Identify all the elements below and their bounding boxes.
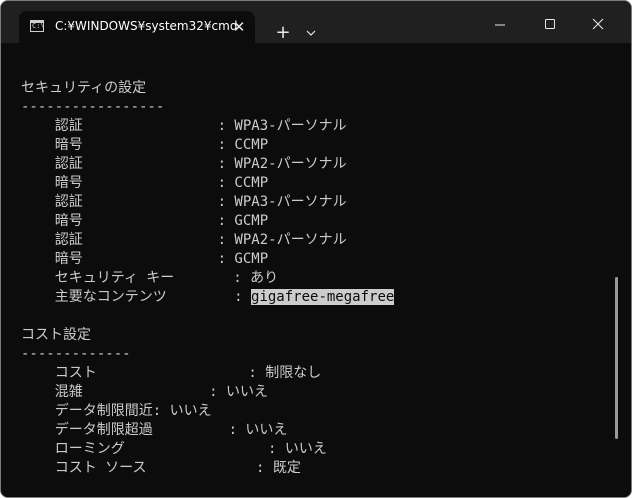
key-content-label: 主要なコンテンツ :	[21, 289, 252, 305]
cost-rule: -------------	[21, 346, 131, 362]
near-limit-line: データ制限間近: いいえ	[21, 403, 212, 419]
chevron-down-icon	[306, 30, 316, 36]
cipher-line: 暗号 : GCMP	[21, 213, 269, 229]
cost-line: コスト : 制限なし	[21, 365, 322, 381]
close-icon	[592, 18, 604, 30]
cipher-line: 暗号 : GCMP	[21, 251, 269, 267]
minimize-button[interactable]	[477, 9, 523, 39]
tab-cmd[interactable]: C:\ C:¥WINDOWS¥system32¥cmd ✕	[19, 11, 255, 43]
cost-heading: コスト設定	[21, 327, 91, 343]
auth-line: 認証 : WPA2-パーソナル	[21, 232, 347, 248]
roaming-line: ローミング : いいえ	[21, 441, 327, 457]
cost-source-line: コスト ソース : 既定	[21, 460, 301, 476]
security-key-line: セキュリティ キー : あり	[21, 270, 279, 286]
auth-line: 認証 : WPA3-パーソナル	[21, 118, 347, 134]
tab-close-button[interactable]: ✕	[229, 17, 249, 37]
cmd-icon: C:\	[30, 20, 45, 32]
terminal-window: C:\ C:¥WINDOWS¥system32¥cmd ✕ + セキュリティの設…	[0, 0, 632, 498]
key-content-value[interactable]: gigafree-megafree	[251, 289, 395, 305]
maximize-icon	[545, 19, 555, 29]
cipher-line: 暗号 : CCMP	[21, 175, 269, 191]
tab-dropdown-button[interactable]	[299, 23, 323, 45]
cmd-icon-glyph: C:\	[32, 22, 45, 30]
title-bar[interactable]: C:\ C:¥WINDOWS¥system32¥cmd ✕ +	[1, 1, 631, 43]
congestion-line: 混雑 : いいえ	[21, 384, 269, 400]
auth-line: 認証 : WPA2-パーソナル	[21, 156, 347, 172]
minimize-icon	[495, 24, 505, 26]
maximize-button[interactable]	[527, 9, 573, 39]
scrollbar-thumb[interactable]	[615, 277, 618, 439]
key-content-line: 主要なコンテンツ : gigafree-megafree	[21, 288, 395, 307]
security-rule: -----------------	[21, 99, 165, 115]
new-tab-button[interactable]: +	[271, 21, 295, 45]
security-heading: セキュリティの設定	[21, 80, 147, 96]
terminal-output[interactable]: セキュリティの設定 ----------------- 認証 : WPA3-パー…	[1, 43, 631, 497]
auth-line: 認証 : WPA3-パーソナル	[21, 194, 347, 210]
over-limit-line: データ制限超過 : いいえ	[21, 422, 288, 438]
tab-title: C:¥WINDOWS¥system32¥cmd	[55, 19, 238, 33]
close-window-button[interactable]	[575, 9, 621, 39]
cipher-line: 暗号 : CCMP	[21, 137, 269, 153]
